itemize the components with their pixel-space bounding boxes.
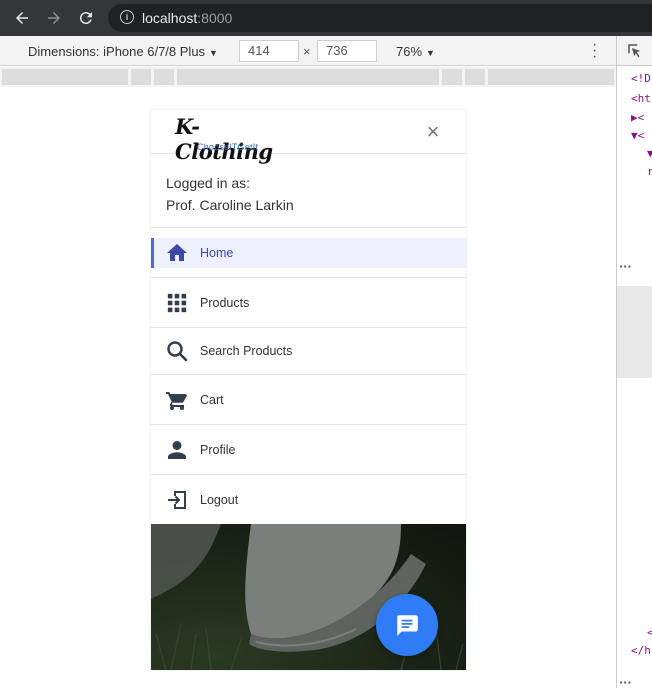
- ellipsis-icon[interactable]: ···: [619, 676, 632, 688]
- chat-icon: [397, 615, 418, 636]
- code-line[interactable]: <!D: [631, 72, 651, 85]
- caret-down-icon: ▼: [426, 48, 435, 58]
- user-info: Logged in as: Prof. Caroline Larkin: [151, 154, 466, 228]
- user-name: Prof. Caroline Larkin: [166, 197, 294, 213]
- reload-icon: [79, 12, 92, 25]
- home-icon: [165, 241, 189, 265]
- menu-item-logout[interactable]: Logout: [151, 475, 466, 525]
- menu-item-cart[interactable]: Cart: [151, 375, 466, 425]
- devtools-elements-panel: <!D <ht ▶< ▼< ▼ r ··· < </h ···: [616, 36, 652, 688]
- caret-down-icon: ▼: [209, 48, 218, 58]
- code-line[interactable]: </h: [631, 644, 651, 657]
- cart-icon: [165, 388, 189, 412]
- devtools-toolbar: [617, 36, 652, 66]
- code-line[interactable]: ▼: [647, 147, 652, 160]
- mobile-app-frame: K-Clothing ChooseITGetIt × Logged in as:…: [151, 110, 466, 670]
- highlight-band: [617, 286, 652, 378]
- code-line[interactable]: <ht: [631, 92, 651, 105]
- brand-logo[interactable]: K-Clothing ChooseITGetIt: [173, 112, 283, 164]
- grid-icon: [165, 291, 189, 315]
- device-select[interactable]: Dimensions: iPhone 6/7/8 Plus ▼: [28, 44, 218, 59]
- app-header: K-Clothing ChooseITGetIt ×: [151, 110, 466, 164]
- url-text: localhost:8000: [142, 10, 233, 26]
- code-line[interactable]: ▼<: [631, 129, 644, 142]
- height-input[interactable]: 736: [317, 40, 377, 62]
- browser-toolbar: i localhost:8000: [0, 0, 652, 36]
- menu-item-products[interactable]: Products: [151, 278, 466, 328]
- code-line[interactable]: <: [647, 626, 652, 639]
- ellipsis-icon[interactable]: ···: [619, 260, 632, 273]
- person-icon: [165, 438, 189, 462]
- code-line[interactable]: ▶<: [631, 111, 644, 124]
- menu-label: Products: [200, 295, 250, 310]
- menu-label: Search Products: [200, 344, 293, 358]
- menu-item-profile[interactable]: Profile: [151, 425, 466, 475]
- more-options-icon[interactable]: · · ·: [592, 37, 597, 65]
- code-line[interactable]: r: [647, 165, 652, 178]
- width-input[interactable]: 414: [239, 40, 299, 62]
- address-bar[interactable]: i localhost:8000: [108, 4, 652, 32]
- logout-icon: [165, 488, 189, 512]
- chat-button[interactable]: [376, 594, 438, 656]
- menu-label: Cart: [200, 392, 224, 407]
- inspect-icon[interactable]: [626, 42, 644, 60]
- logged-in-caption: Logged in as:: [166, 175, 251, 191]
- search-icon: [165, 339, 189, 363]
- close-menu-button[interactable]: ×: [421, 120, 445, 144]
- dimension-separator: ×: [303, 44, 311, 59]
- arrow-left-icon: [16, 12, 28, 24]
- forward-button[interactable]: [44, 8, 64, 28]
- logo-tagline: ChooseITGetIt: [197, 142, 259, 152]
- media-query-ruler: [0, 67, 616, 87]
- back-button[interactable]: [12, 8, 32, 28]
- menu-label: Home: [200, 245, 234, 260]
- info-icon[interactable]: i: [120, 10, 134, 24]
- device-toolbar: Dimensions: iPhone 6/7/8 Plus ▼ 414 × 736…: [0, 36, 616, 66]
- active-highlight: [151, 238, 466, 268]
- menu-label: Logout: [200, 493, 239, 507]
- reload-button[interactable]: [76, 8, 96, 28]
- menu-item-search-products[interactable]: Search Products: [151, 328, 466, 375]
- zoom-select[interactable]: 76% ▼: [396, 44, 435, 59]
- menu-label: Profile: [200, 442, 236, 457]
- menu-item-home[interactable]: Home: [151, 228, 466, 278]
- arrow-right-icon: [48, 12, 60, 24]
